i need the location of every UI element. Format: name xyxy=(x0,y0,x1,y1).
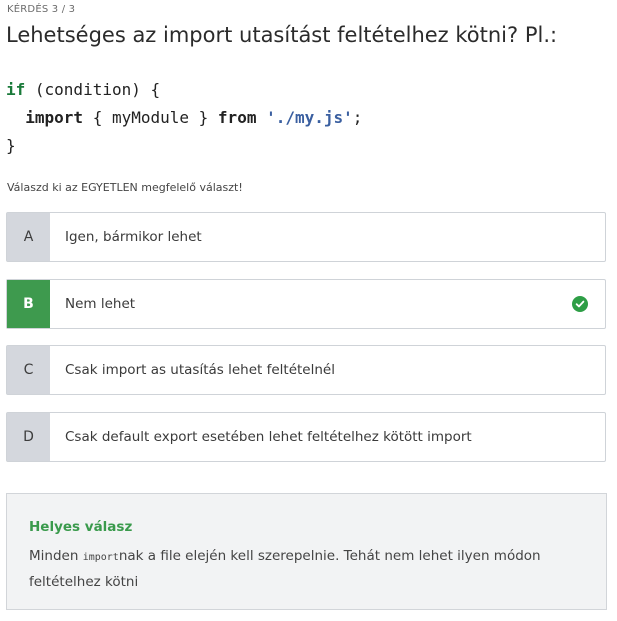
code-text: (condition) { xyxy=(25,80,161,99)
option-text: Csak default export esetében lehet felté… xyxy=(65,429,472,445)
code-line-2: import { myModule } from './my.js'; xyxy=(6,104,362,132)
quiz-page: KÉRDÉS 3 / 3 Lehetséges az import utasít… xyxy=(0,0,617,621)
option-c[interactable]: C Csak import as utasítás lehet feltétel… xyxy=(6,345,606,395)
feedback-code: import xyxy=(82,552,119,563)
code-text: { myModule } xyxy=(83,108,218,127)
code-string: './my.js' xyxy=(266,108,353,127)
feedback-title: Helyes válasz xyxy=(29,519,133,535)
feedback-body: Minden importnak a file elején kell szer… xyxy=(29,544,569,594)
option-a[interactable]: A Igen, bármikor lehet xyxy=(6,212,606,262)
option-letter: A xyxy=(7,213,50,261)
option-text: Csak import as utasítás lehet feltételné… xyxy=(65,362,335,378)
feedback-text: Minden xyxy=(29,548,83,564)
checkmark-glyph xyxy=(575,300,585,308)
option-letter: C xyxy=(7,346,50,394)
option-text: Igen, bármikor lehet xyxy=(65,229,202,245)
answer-instruction: Válaszd ki az EGYETLEN megfelelő választ… xyxy=(7,181,243,194)
option-letter: D xyxy=(7,413,50,461)
code-keyword-from: from xyxy=(217,108,257,127)
code-keyword-import: import xyxy=(25,108,84,127)
question-counter: KÉRDÉS 3 / 3 xyxy=(7,4,76,15)
code-text: ; xyxy=(352,108,363,127)
check-circle-icon xyxy=(572,296,588,312)
code-keyword-if: if xyxy=(6,80,26,99)
code-line-1: if (condition) { xyxy=(6,76,362,104)
option-b[interactable]: B Nem lehet xyxy=(6,279,606,329)
option-text: Nem lehet xyxy=(65,296,136,312)
question-title: Lehetséges az import utasítást feltételh… xyxy=(6,23,558,47)
feedback-panel: Helyes válasz Minden importnak a file el… xyxy=(6,493,607,610)
option-d[interactable]: D Csak default export esetében lehet fel… xyxy=(6,412,606,462)
code-line-3: } xyxy=(6,136,16,155)
option-letter: B xyxy=(7,280,50,328)
code-snippet: if (condition) { import { myModule } fro… xyxy=(6,76,362,160)
